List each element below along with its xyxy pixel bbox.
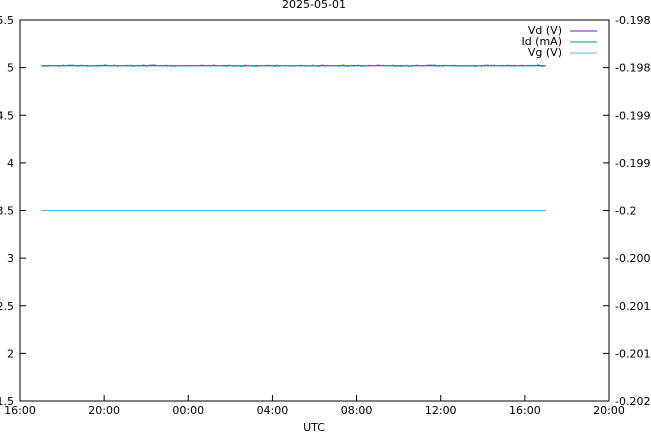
x-tick-label: 00:00: [172, 404, 204, 417]
x-tick-label: 20:00: [593, 404, 625, 417]
x-tick-label: 16:00: [4, 404, 36, 417]
chart-title: 2025-05-01: [282, 0, 346, 11]
legend: Vd (V)Id (mA)Vg (V): [521, 24, 597, 59]
right-y-axis: -0.202-0.2015-0.201-0.2005-0.2-0.1995-0.…: [603, 14, 651, 408]
y2-tick-label: -0.199: [615, 109, 650, 122]
series-layer: [40, 64, 546, 211]
y-tick-label: 5: [7, 62, 14, 75]
x-axis: 16:00 20:00 00:00 04:00 08:00 12:00 16:00 20:00: [4, 395, 625, 417]
y-tick-label: 3: [7, 252, 14, 265]
y2-tick-label: -0.2: [615, 205, 636, 218]
x-axis-label: UTC: [303, 421, 325, 432]
y2-tick-label: -0.201: [615, 300, 650, 313]
x-tick-label: 16:00: [509, 404, 541, 417]
x-tick-label: 04:00: [257, 404, 289, 417]
y2-tick-label: -0.2015: [615, 347, 651, 360]
x-tick-label: 08:00: [341, 404, 373, 417]
y-tick-label: 2: [7, 347, 14, 360]
y2-tick-label: -0.2005: [615, 252, 651, 265]
y2-tick-label: -0.1985: [615, 62, 651, 75]
y-tick-label: 4.5: [0, 109, 14, 122]
y-tick-label: 2.5: [0, 300, 14, 313]
legend-label: Vg (V): [528, 46, 562, 59]
y-tick-label: 4: [7, 157, 14, 170]
y-tick-label: 3.5: [0, 205, 14, 218]
x-tick-label: 20:00: [88, 404, 120, 417]
x-tick-label: 12:00: [425, 404, 457, 417]
left-y-axis: 1.522.533.544.555.5: [0, 14, 26, 408]
chart: 2025-05-01 1.522.533.544.555.5 -0.202-0.…: [0, 0, 651, 432]
y2-tick-label: -0.198: [615, 14, 650, 27]
y-tick-label: 5.5: [0, 14, 14, 27]
y2-tick-label: -0.1995: [615, 157, 651, 170]
